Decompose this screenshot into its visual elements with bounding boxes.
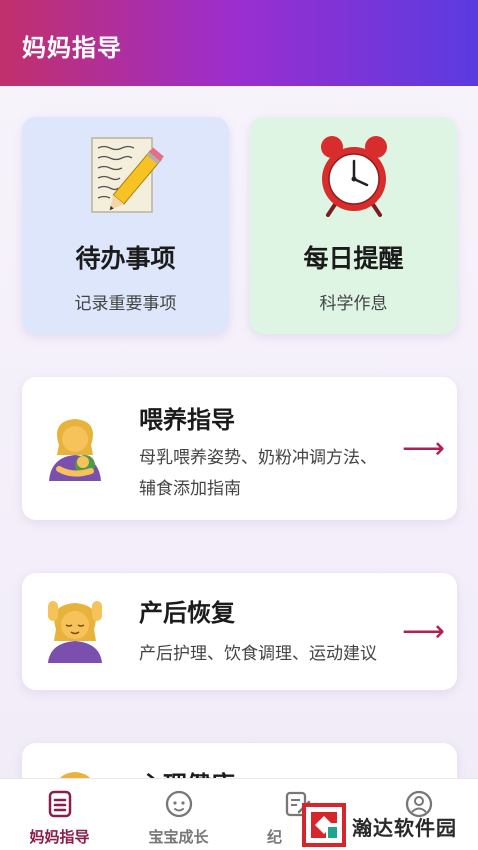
tab-baby-growth[interactable]: 宝宝成长 [119, 779, 238, 850]
todo-subtitle: 记录重要事项 [74, 294, 177, 314]
feeding-guide-card[interactable]: 喂养指导 母乳喂养姿势、奶粉冲调方法、 辅食添加指南 ⟶ [22, 377, 457, 520]
feeding-desc-line-1: 母乳喂养姿势、奶粉冲调方法、 [139, 448, 377, 468]
tab-label: 妈妈指导 [29, 828, 90, 846]
recovery-description: 产后护理、饮食调理、运动建议 [139, 644, 377, 664]
notebook-icon [0, 789, 119, 819]
baby-face-icon [119, 789, 238, 819]
arrow-right-icon: ⟶ [402, 431, 446, 466]
page-title: 妈妈指导 [22, 34, 122, 62]
watermark-logo-icon [302, 803, 346, 847]
todo-title: 待办事项 [75, 244, 176, 273]
mental-title: 心理健康 [139, 765, 235, 778]
todo-tile[interactable]: 待办事项 记录重要事项 [22, 117, 229, 334]
woman-icon [44, 763, 106, 778]
tab-label: 宝宝成长 [148, 828, 209, 846]
main-content[interactable]: 待办事项 记录重要事项 每日提醒 科学作息 喂养指导 母乳喂养姿势、奶粉冲调方法… [0, 86, 478, 778]
breastfeeding-icon [44, 413, 106, 483]
massage-icon [44, 595, 106, 665]
feeding-description: 母乳喂养姿势、奶粉冲调方法、 辅食添加指南 [139, 443, 401, 505]
tab-mom-guide[interactable]: 妈妈指导 [0, 779, 119, 850]
feeding-desc-line-2: 辅食添加指南 [139, 479, 241, 499]
arrow-right-icon: ⟶ [402, 614, 446, 649]
reminder-title: 每日提醒 [303, 244, 404, 273]
feeding-title: 喂养指导 [139, 406, 235, 434]
reminder-tile[interactable]: 每日提醒 科学作息 [250, 117, 457, 334]
app-header: 妈妈指导 [0, 0, 478, 86]
postpartum-recovery-card[interactable]: 产后恢复 产后护理、饮食调理、运动建议 ⟶ [22, 573, 457, 690]
recovery-title: 产后恢复 [139, 599, 235, 627]
watermark-text: 瀚达软件园 [352, 816, 457, 840]
mental-health-card[interactable]: 心理健康 [22, 743, 457, 778]
memo-icon [22, 133, 229, 217]
watermark: 瀚达软件园 [300, 800, 478, 850]
alarm-clock-icon [250, 133, 457, 217]
reminder-subtitle: 科学作息 [319, 294, 388, 314]
